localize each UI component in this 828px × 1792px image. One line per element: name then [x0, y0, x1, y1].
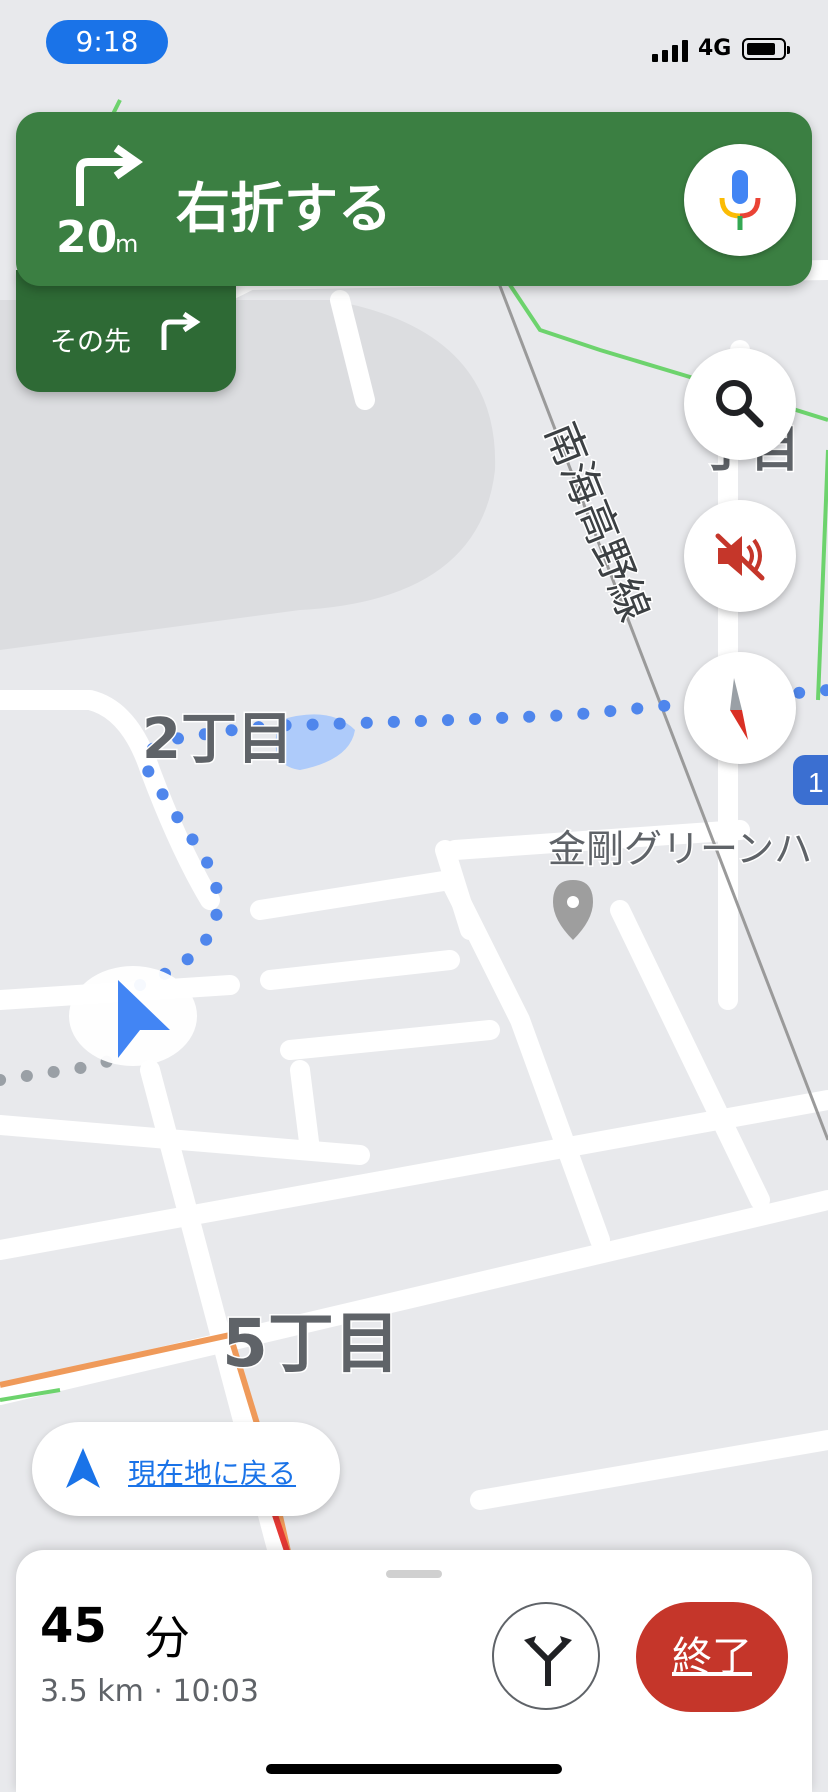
route-badge: 1	[808, 767, 824, 798]
navigation-arrow-icon	[66, 1448, 100, 1488]
maneuver-distance-unit: m	[115, 230, 139, 258]
turn-right-icon	[72, 142, 146, 212]
next-maneuver-card[interactable]: その先	[16, 270, 236, 392]
map-label-poi: 金剛グリーンハ	[548, 827, 812, 871]
compass-button[interactable]	[684, 652, 796, 764]
current-location-arrow-icon	[69, 966, 197, 1066]
alternate-routes-button[interactable]	[492, 1602, 600, 1710]
trip-summary-sheet[interactable]: 45 分 3.5 km · 10:03 終了	[16, 1550, 812, 1792]
volume-off-icon	[715, 533, 765, 581]
map-label-5chome: 5丁目	[222, 1305, 400, 1382]
recenter-label: 現在地に戻る	[128, 1457, 297, 1490]
mic-icon	[719, 170, 761, 230]
search-button[interactable]	[684, 348, 796, 460]
maneuver-distance: 20	[56, 212, 118, 263]
then-label: その先	[50, 327, 131, 358]
maneuver-instruction: 右折する	[176, 177, 392, 240]
trip-details: 3.5 km · 10:03	[40, 1674, 259, 1709]
recenter-button[interactable]: 現在地に戻る	[32, 1422, 340, 1516]
status-bar: 9:18 4G	[0, 0, 828, 96]
mute-button[interactable]	[684, 500, 796, 612]
end-navigation-button[interactable]: 終了	[636, 1602, 788, 1712]
home-indicator[interactable]	[266, 1764, 562, 1774]
sheet-drag-handle[interactable]	[386, 1570, 442, 1578]
voice-search-button[interactable]	[684, 144, 796, 256]
compass-icon	[730, 678, 748, 740]
status-time: 9:18	[46, 20, 168, 64]
network-type: 4G	[698, 36, 732, 61]
search-icon	[716, 380, 764, 428]
map-label-2chome: 2丁目	[142, 707, 293, 772]
eta-unit: 分	[144, 1611, 190, 1665]
signal-icon	[652, 38, 688, 62]
eta-minutes: 45	[40, 1598, 107, 1654]
battery-icon	[742, 38, 790, 60]
navigation-instruction-card[interactable]: 20 m 右折する	[16, 112, 812, 286]
turn-right-small-icon	[156, 311, 204, 356]
alternate-routes-icon	[524, 1636, 572, 1686]
